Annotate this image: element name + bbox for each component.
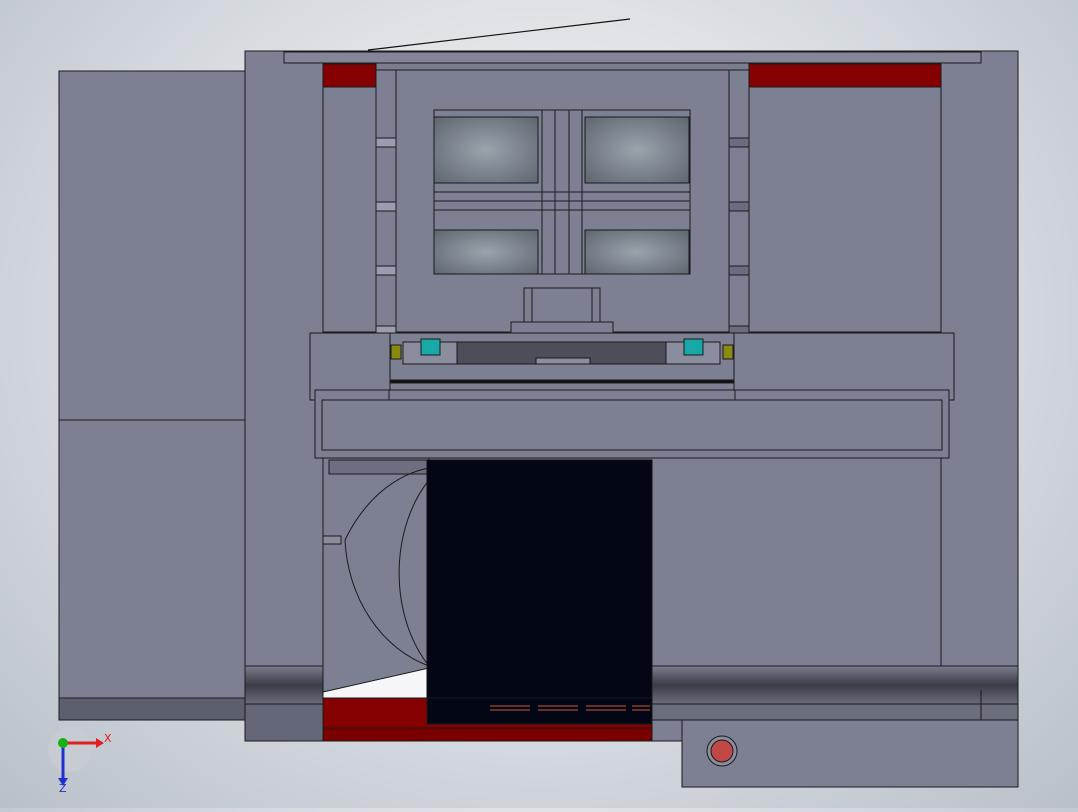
olive-pad-left: [390, 344, 402, 360]
teal-sensor-right: [683, 338, 704, 356]
z-axis-label: Z: [59, 782, 67, 795]
left-inner-column: [322, 69, 397, 334]
black-component[interactable]: [426, 459, 653, 739]
x-axis-label: X: [104, 732, 112, 745]
window-pane-bottom-right: [584, 229, 690, 275]
model-drawing: [58, 18, 1019, 788]
cad-viewport[interactable]: X Z: [0, 0, 1078, 808]
orientation-triad: X Z: [44, 728, 114, 798]
window-pane-top-left: [433, 116, 539, 184]
cross-beam: [314, 389, 950, 459]
red-base-strip: [322, 697, 653, 742]
left-side-panel[interactable]: [58, 70, 248, 721]
control-box[interactable]: [681, 719, 1019, 788]
olive-pad-right: [722, 344, 734, 360]
teal-sensor-left: [420, 338, 441, 356]
carriage-assembly[interactable]: [389, 332, 735, 384]
window-pane-bottom-left: [433, 229, 539, 275]
right-inner-column: [728, 69, 942, 334]
window-pane-top-right: [584, 116, 690, 184]
lower-cavity: [322, 457, 430, 699]
